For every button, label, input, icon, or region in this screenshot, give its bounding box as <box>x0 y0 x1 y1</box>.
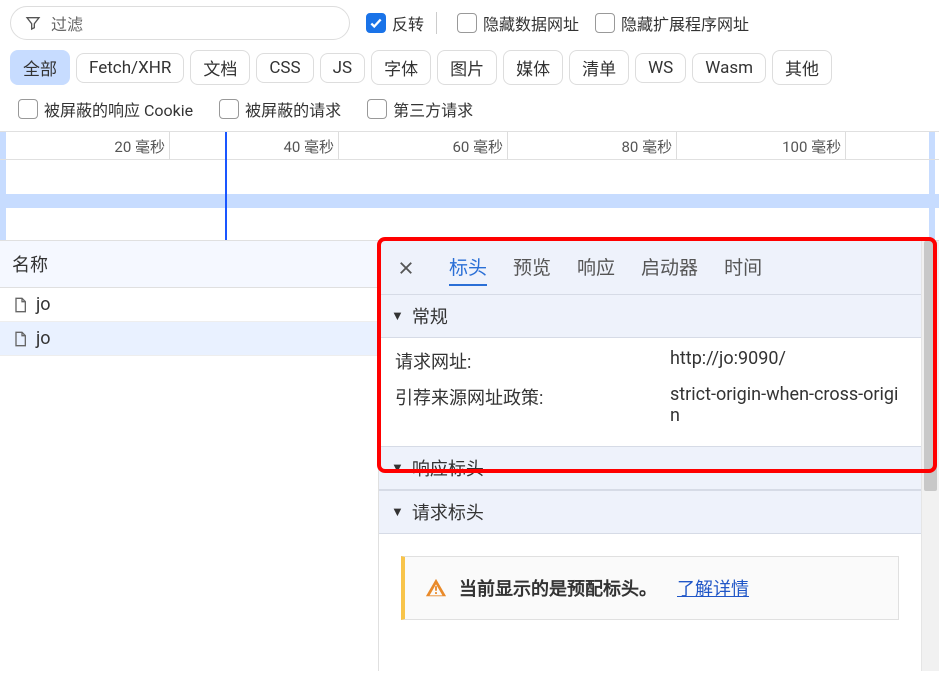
invert-label: 反转 <box>392 11 424 35</box>
request-row[interactable]: jo <box>0 288 378 322</box>
close-details-button[interactable] <box>395 257 417 279</box>
funnel-icon <box>25 15 41 31</box>
filter-chip-js[interactable]: JS <box>320 53 365 83</box>
referrer-policy-value: strict-origin-when-cross-origin <box>670 384 905 426</box>
third-party-label: 第三方请求 <box>393 97 473 121</box>
timeline-tick-label: 40 毫秒 <box>283 136 338 157</box>
filter-chip-css[interactable]: CSS <box>256 53 313 83</box>
section-response-headers[interactable]: ▼ 响应标头 <box>379 446 921 490</box>
blocked-requests-checkbox[interactable]: 被屏蔽的请求 <box>219 97 341 121</box>
close-icon <box>397 259 415 277</box>
filter-chip--[interactable]: 媒体 <box>503 50 563 85</box>
separator <box>436 12 437 34</box>
filter-chip--[interactable]: 图片 <box>437 50 497 85</box>
filter-input[interactable]: 过滤 <box>10 6 350 40</box>
blocked-cookies-checkbox[interactable]: 被屏蔽的响应 Cookie <box>18 97 193 121</box>
filter-chip--[interactable]: 其他 <box>772 50 832 85</box>
provisional-headers-msg: 当前显示的是预配标头。 <box>459 575 657 601</box>
disclosure-triangle-icon: ▼ <box>391 460 404 476</box>
details-tab-3[interactable]: 启动器 <box>641 249 698 286</box>
filter-chip-ws[interactable]: WS <box>635 53 686 83</box>
section-general-label: 常规 <box>412 303 448 329</box>
checkbox-icon <box>18 99 38 119</box>
referrer-policy-label: 引荐来源网址政策: <box>395 384 660 426</box>
timeline-tick <box>507 132 508 159</box>
hide-data-urls-checkbox[interactable]: 隐藏数据网址 <box>457 11 579 35</box>
timeline-tick <box>676 132 677 159</box>
checkbox-icon <box>595 13 615 33</box>
section-request-headers-label: 请求标头 <box>412 499 484 525</box>
hide-data-urls-label: 隐藏数据网址 <box>483 11 579 35</box>
details-tab-0[interactable]: 标头 <box>449 249 487 286</box>
timeline-tick <box>338 132 339 159</box>
timeline-overview-bar <box>0 194 939 208</box>
timeline-playhead[interactable] <box>225 132 227 240</box>
third-party-checkbox[interactable]: 第三方请求 <box>367 97 473 121</box>
hide-ext-urls-label: 隐藏扩展程序网址 <box>621 11 749 35</box>
provisional-headers-warning: 当前显示的是预配标头。 了解详情 <box>401 556 899 620</box>
filter-chip-fetch-xhr[interactable]: Fetch/XHR <box>76 53 184 83</box>
file-icon <box>12 330 28 348</box>
file-icon <box>12 296 28 314</box>
details-tab-4[interactable]: 时间 <box>724 249 762 286</box>
section-general[interactable]: ▼ 常规 <box>379 295 921 338</box>
hide-ext-urls-checkbox[interactable]: 隐藏扩展程序网址 <box>595 11 749 35</box>
learn-more-link[interactable]: 了解详情 <box>677 575 749 601</box>
filter-chip--[interactable]: 全部 <box>10 50 70 85</box>
section-response-headers-label: 响应标头 <box>412 455 484 481</box>
scrollbar-thumb[interactable] <box>924 241 937 491</box>
name-column-header[interactable]: 名称 <box>0 241 378 288</box>
filter-chip--[interactable]: 字体 <box>371 50 431 85</box>
request-name: jo <box>36 294 51 315</box>
checkbox-checked-icon <box>366 13 386 33</box>
blocked-cookies-label: 被屏蔽的响应 Cookie <box>44 97 193 121</box>
timeline-tick <box>169 132 170 159</box>
warning-icon <box>425 577 447 599</box>
blocked-requests-label: 被屏蔽的请求 <box>245 97 341 121</box>
timeline[interactable]: 20 毫秒 40 毫秒 60 毫秒 80 毫秒 100 毫秒 <box>0 131 939 241</box>
filter-chip-wasm[interactable]: Wasm <box>692 53 766 83</box>
invert-checkbox[interactable]: 反转 <box>366 11 424 35</box>
checkbox-icon <box>219 99 239 119</box>
scrollbar[interactable] <box>921 241 939 671</box>
timeline-tick-label: 100 毫秒 <box>782 136 845 157</box>
details-tab-2[interactable]: 响应 <box>577 249 615 286</box>
filter-chip--[interactable]: 清单 <box>569 50 629 85</box>
disclosure-triangle-icon: ▼ <box>391 504 404 520</box>
timeline-tick-label: 60 毫秒 <box>452 136 507 157</box>
timeline-tick-label: 20 毫秒 <box>114 136 169 157</box>
request-name: jo <box>36 328 51 349</box>
details-tab-1[interactable]: 预览 <box>513 249 551 286</box>
request-url-value: http://jo:9090/ <box>670 348 905 374</box>
request-url-label: 请求网址: <box>395 348 660 374</box>
checkbox-icon <box>457 13 477 33</box>
filter-chip--[interactable]: 文档 <box>190 50 250 85</box>
section-request-headers[interactable]: ▼ 请求标头 <box>379 490 921 534</box>
checkbox-icon <box>367 99 387 119</box>
filter-placeholder: 过滤 <box>51 11 83 35</box>
timeline-tick <box>845 132 846 159</box>
disclosure-triangle-icon: ▼ <box>391 308 404 324</box>
timeline-tick-label: 80 毫秒 <box>621 136 676 157</box>
request-row[interactable]: jo <box>0 322 378 356</box>
